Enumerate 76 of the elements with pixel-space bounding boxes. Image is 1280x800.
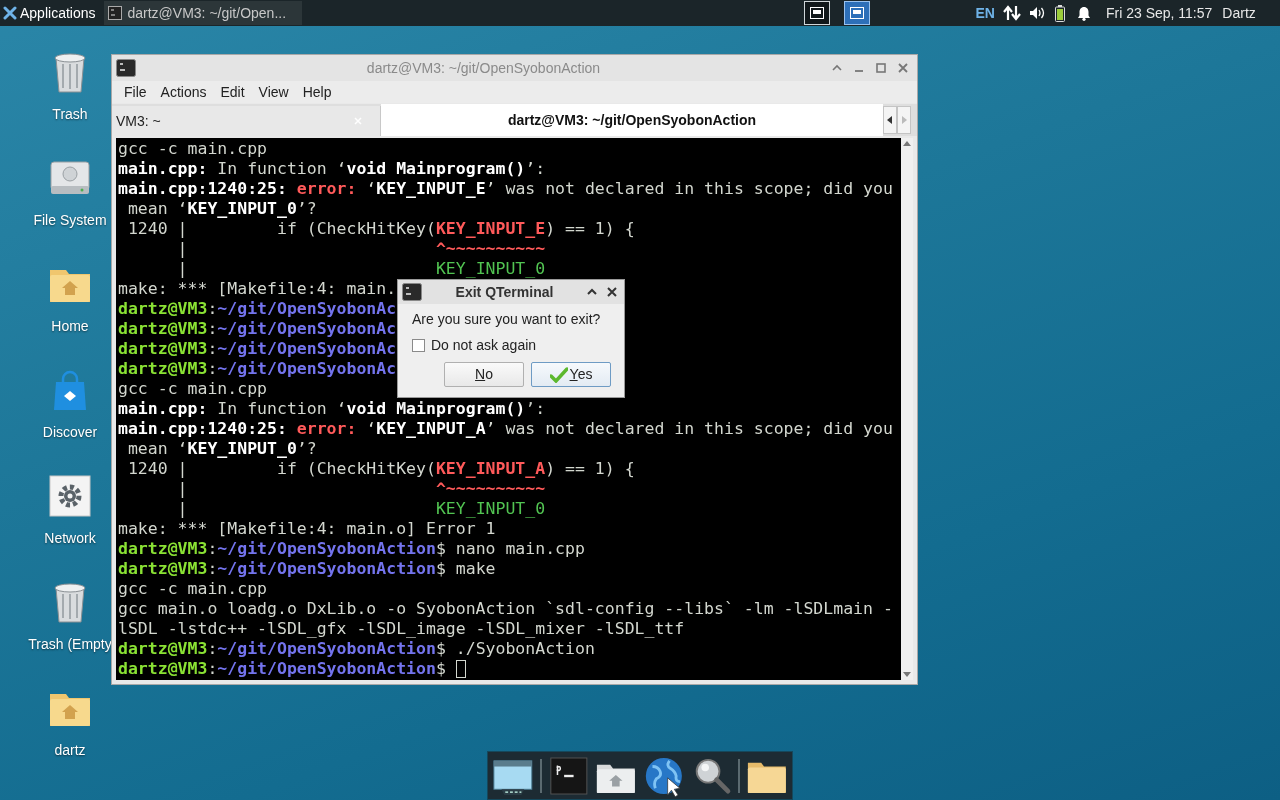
terminal-line: lSDL -lstdc++ -lSDL_gfx -lSDL_image -lSDL_mixer -lSDL_ttf bbox=[118, 619, 685, 639]
terminal-line: 1240 | if (CheckHitKey(KEY_INPUT_E) == 1) { bbox=[126, 219, 635, 239]
terminal-line: dartz@VM3:~/git/OpenSyobonAc bbox=[118, 339, 397, 359]
scroll-left-button[interactable] bbox=[883, 106, 897, 134]
caret-right-icon bbox=[901, 116, 907, 124]
clock[interactable]: Fri 23 Sep, 11:57 bbox=[1105, 2, 1213, 24]
window-title: dartz@VM3: ~/git/OpenSyobonAction bbox=[365, 58, 602, 78]
terminal-line: main.cpp: In function ‘void Mainprogram()’: bbox=[118, 399, 546, 419]
desktop-icon-label[interactable]: Network bbox=[44, 528, 96, 549]
terminal-line: dartz@VM3:~/git/OpenSyobonAc bbox=[118, 319, 397, 339]
desktop-icon-label[interactable]: Trash bbox=[52, 104, 88, 125]
caret-up-icon[interactable] bbox=[903, 141, 911, 146]
yes-button[interactable]: Yes bbox=[531, 362, 611, 387]
bell-icon[interactable] bbox=[1076, 5, 1091, 21]
workspace-button[interactable] bbox=[843, 1, 870, 25]
desktop-icon-label[interactable]: File System bbox=[33, 210, 107, 231]
terminal-line: | KEY_INPUT_0 bbox=[176, 499, 546, 519]
terminal-line: main.cpp:1240:25: error: ‘KEY_INPUT_A’ was not declared in this scope; did you bbox=[118, 419, 893, 439]
terminal-line: dartz@VM3:~/git/OpenSyobonAction$ ./SyobonAction bbox=[118, 639, 595, 659]
chevron-up-icon[interactable] bbox=[587, 287, 597, 297]
terminal-line: dartz@VM3:~/git/OpenSyobonAc bbox=[118, 359, 397, 379]
terminal-line: gcc -c main.cpp bbox=[118, 579, 267, 599]
taskbar-button[interactable]: dartz@VM3: ~/git/Open... bbox=[103, 1, 302, 25]
menu-item[interactable]: File bbox=[118, 81, 153, 103]
terminal-line: | ^~~~~~~~~~~ bbox=[176, 239, 546, 259]
terminal-line: mean ‘KEY_INPUT_0’? bbox=[126, 199, 317, 219]
terminal-line: gcc -c main.cpp bbox=[118, 139, 267, 159]
user-menu[interactable]: Dartz bbox=[1222, 2, 1256, 24]
terminal-line: | ^~~~~~~~~~~ bbox=[176, 479, 546, 499]
terminal-line: make: *** [Makefile:4: main.o] Error 1 bbox=[118, 519, 496, 539]
terminal-line: 1240 | if (CheckHitKey(KEY_INPUT_A) == 1) { bbox=[126, 459, 635, 479]
gear-icon[interactable] bbox=[48, 474, 92, 518]
menu-item[interactable]: View bbox=[252, 81, 295, 103]
applications-menu[interactable]: Applications bbox=[0, 0, 100, 26]
terminal-line: | KEY_INPUT_0 bbox=[176, 259, 546, 279]
terminal-icon bbox=[116, 59, 136, 77]
window-icon bbox=[809, 7, 824, 19]
terminal-line: make: *** [Makefile:4: main. bbox=[118, 279, 397, 299]
menu-item[interactable]: Actions bbox=[154, 81, 213, 103]
window-icon bbox=[849, 7, 864, 19]
terminal-line: dartz@VM3:~/git/OpenSyobonAc bbox=[118, 299, 397, 319]
scrollbar[interactable] bbox=[901, 138, 913, 680]
terminal-icon bbox=[402, 283, 422, 301]
desktop-icon-label[interactable]: Home bbox=[51, 316, 89, 337]
tab[interactable]: dartz@VM3: ~/git/OpenSyobonAction bbox=[381, 104, 883, 136]
terminal-line: gcc -c main.cpp bbox=[118, 379, 267, 399]
terminal-icon bbox=[107, 6, 122, 20]
checkbox[interactable]: Do not ask again bbox=[412, 335, 624, 356]
text-cursor bbox=[455, 660, 466, 678]
terminal-line: dartz@VM3:~/git/OpenSyobonAction$ bbox=[118, 659, 447, 679]
tab[interactable]: VM3: ~ bbox=[112, 106, 381, 136]
battery-icon[interactable] bbox=[1054, 4, 1065, 22]
terminal-line: gcc main.o loadg.o DxLib.o -o SyobonAction `sdl-config --libs` -lm -lSDLmain - bbox=[118, 599, 893, 619]
close-icon[interactable] bbox=[607, 287, 617, 297]
keyboard-layout[interactable]: EN bbox=[975, 2, 995, 24]
menu-item[interactable]: Help bbox=[296, 81, 338, 103]
caret-down-icon[interactable] bbox=[903, 672, 911, 677]
menu-item[interactable]: Edit bbox=[214, 81, 251, 103]
terminal-line: dartz@VM3:~/git/OpenSyobonAction$ make bbox=[118, 559, 496, 579]
dialog-message: Are you sure you want to exit? bbox=[412, 310, 602, 329]
maximize-icon[interactable] bbox=[875, 62, 887, 74]
no-button[interactable]: No bbox=[444, 362, 524, 387]
terminal-line: mean ‘KEY_INPUT_0’? bbox=[126, 439, 317, 459]
desktop-icon-label[interactable]: Trash (Empty bbox=[28, 634, 112, 655]
terminal-line: dartz@VM3:~/git/OpenSyobonAction$ nano main.cpp bbox=[118, 539, 585, 559]
dialog-title: Exit QTerminal bbox=[454, 282, 555, 302]
checkmark-icon bbox=[549, 366, 568, 383]
terminal-line: main.cpp: In function ‘void Mainprogram()’: bbox=[118, 159, 546, 179]
desktop-icon-label[interactable]: dartz bbox=[54, 740, 86, 761]
desktop-icon-label[interactable]: Discover bbox=[42, 422, 98, 443]
x-logo-icon bbox=[3, 6, 17, 20]
caret-left-icon bbox=[887, 116, 893, 124]
terminal-line: main.cpp:1240:25: error: ‘KEY_INPUT_E’ was not declared in this scope; did you bbox=[118, 179, 893, 199]
workspace-button[interactable] bbox=[803, 1, 830, 25]
volume-icon[interactable] bbox=[1028, 6, 1045, 20]
network-icon[interactable] bbox=[1002, 5, 1021, 21]
